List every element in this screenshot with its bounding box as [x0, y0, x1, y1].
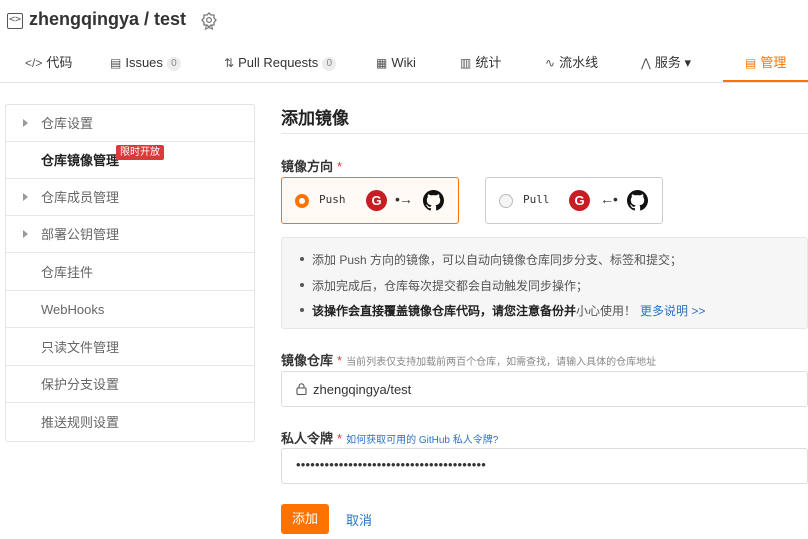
- sidebar-item-repo-settings[interactable]: 仓库设置: [6, 105, 254, 142]
- caret-right-icon: [23, 193, 28, 201]
- active-tab-indicator: [723, 80, 808, 82]
- repo-icon: <>: [7, 13, 23, 29]
- sidebar-item-widgets[interactable]: 仓库挂件: [6, 254, 254, 291]
- wiki-icon: ▦: [376, 56, 388, 70]
- github-logo-icon: [627, 190, 648, 211]
- repo-field-hint: 当前列表仅支持加载前两百个仓库，如需查找，请输入具体的仓库地址: [346, 357, 657, 368]
- sidebar-item-label: 保护分支设置: [41, 377, 120, 392]
- required-mark: *: [337, 431, 343, 446]
- token-input[interactable]: ••••••••••••••••••••••••••••••••••••••••: [281, 448, 808, 484]
- caret-right-icon: [23, 119, 28, 127]
- tab-label: 流水线: [559, 55, 599, 70]
- push-radio[interactable]: [295, 194, 309, 208]
- pipeline-icon: ∿: [545, 56, 556, 70]
- tab-label: 服务 ▾: [654, 55, 691, 70]
- mirror-info-box: 添加 Push 方向的镜像，可以自动向镜像仓库同步分支、标签和提交； 添加完成后…: [281, 237, 808, 329]
- arrow-right-icon: •→: [395, 191, 413, 207]
- github-logo-icon: [423, 190, 444, 211]
- token-field-label: 私人令牌 * 如何获取可用的 GitHub 私人令牌?: [281, 428, 498, 447]
- warning-text: 该操作会直接覆盖镜像仓库代码，请您注意备份并: [312, 304, 577, 318]
- mirror-repo-select[interactable]: zhengqingya/test: [281, 371, 808, 407]
- sidebar-item-member-management[interactable]: 仓库成员管理: [6, 179, 254, 216]
- manage-icon: ▤: [745, 56, 757, 70]
- add-button[interactable]: 添加: [281, 504, 329, 534]
- direction-label: 镜像方向 *: [281, 156, 342, 175]
- direction-label-text: 镜像方向: [281, 159, 334, 174]
- sidebar-item-label: 推送规则设置: [41, 415, 120, 430]
- sidebar-item-label: 部署公钥管理: [41, 227, 120, 242]
- direction-pull-option[interactable]: Pull G ←•: [485, 177, 663, 224]
- recommend-badge-icon[interactable]: [200, 12, 218, 30]
- tab-label: Wiki: [391, 55, 416, 70]
- caret-right-icon: [23, 230, 28, 238]
- token-value: ••••••••••••••••••••••••••••••••••••••••: [296, 457, 487, 472]
- tab-stats[interactable]: ▥ 统计: [460, 44, 501, 82]
- info-line: 该操作会直接覆盖镜像仓库代码，请您注意备份并小心使用！ 更多说明 >>: [300, 302, 705, 319]
- required-mark: *: [337, 159, 343, 174]
- sidebar-item-label: 只读文件管理: [41, 340, 120, 355]
- direction-push-option[interactable]: Push G •→: [281, 177, 459, 224]
- limited-open-badge: 限时开放: [116, 145, 164, 160]
- sidebar-item-protected-branches[interactable]: 保护分支设置: [6, 366, 254, 403]
- sidebar-item-label: 仓库成员管理: [41, 190, 120, 205]
- mirror-repo-value: zhengqingya/test: [313, 382, 412, 397]
- gitee-logo-icon: G: [366, 190, 387, 211]
- more-info-link[interactable]: 更多说明 >>: [640, 304, 705, 318]
- sidebar-item-mirror-management[interactable]: 仓库镜像管理 限时开放: [6, 142, 254, 179]
- sidebar-item-label: 仓库挂件: [41, 265, 94, 280]
- sidebar-item-label: WebHooks: [41, 302, 105, 317]
- services-icon: ⋀: [641, 56, 651, 70]
- stats-icon: ▥: [460, 56, 472, 70]
- lock-icon: [296, 383, 307, 395]
- token-help-link[interactable]: 如何获取可用的 GitHub 私人令牌?: [346, 435, 498, 446]
- code-icon: </>: [25, 56, 43, 70]
- tab-label: 代码: [46, 55, 73, 70]
- arrow-left-icon: ←•: [600, 191, 618, 207]
- repo-header: <> zhengqingya / test: [0, 0, 808, 44]
- pull-label: Pull: [523, 193, 550, 206]
- tab-label: 管理: [760, 55, 787, 70]
- page-title: 添加镜像: [281, 109, 349, 128]
- issues-count: 0: [166, 57, 181, 71]
- tab-label: Pull Requests: [238, 55, 319, 70]
- tab-code[interactable]: </> 代码: [25, 44, 72, 82]
- sidebar-item-deploy-keys[interactable]: 部署公钥管理: [6, 216, 254, 253]
- push-label: Push: [319, 193, 346, 206]
- tab-wiki[interactable]: ▦ Wiki: [376, 44, 416, 82]
- repo-field-label: 镜像仓库 * 当前列表仅支持加载前两百个仓库，如需查找，请输入具体的仓库地址: [281, 350, 656, 369]
- info-line: 添加完成后，仓库每次提交都会自动触发同步操作；: [300, 277, 588, 294]
- pull-request-icon: ⇅: [224, 56, 235, 70]
- tab-pipeline[interactable]: ∿ 流水线: [545, 44, 598, 82]
- tab-issues[interactable]: ▤ Issues 0: [110, 44, 181, 82]
- sidebar-item-label: 仓库镜像管理: [41, 153, 120, 168]
- repo-tabs: </> 代码 ▤ Issues 0 ⇅ Pull Requests 0 ▦ Wiki ▥ 统计…: [0, 44, 808, 83]
- info-text: 添加完成后，仓库每次提交都会自动触发同步操作；: [312, 279, 589, 293]
- tab-label: Issues: [125, 55, 163, 70]
- repo-label-text: 镜像仓库: [281, 353, 334, 368]
- info-text: 添加 Push 方向的镜像，可以自动向镜像仓库同步分支、标签和提交；: [312, 253, 683, 267]
- sidebar-item-readonly-files[interactable]: 只读文件管理: [6, 329, 254, 366]
- info-line: 添加 Push 方向的镜像，可以自动向镜像仓库同步分支、标签和提交；: [300, 251, 682, 268]
- tab-services[interactable]: ⋀ 服务 ▾: [641, 44, 691, 82]
- repo-title[interactable]: zhengqingya / test: [29, 9, 186, 30]
- sidebar-item-push-rules[interactable]: 推送规则设置: [6, 404, 254, 441]
- info-text: 小心使用！: [576, 304, 637, 318]
- settings-sidebar: 仓库设置 仓库镜像管理 限时开放 仓库成员管理 部署公钥管理 仓库挂件 WebH…: [5, 104, 255, 442]
- tab-label: 统计: [475, 55, 502, 70]
- pull-radio[interactable]: [499, 194, 513, 208]
- issues-icon: ▤: [110, 56, 122, 70]
- title-divider: [281, 133, 808, 134]
- tab-manage[interactable]: ▤ 管理: [745, 44, 786, 82]
- gitee-logo-icon: G: [569, 190, 590, 211]
- token-label-text: 私人令牌: [281, 431, 334, 446]
- tab-pull-requests[interactable]: ⇅ Pull Requests 0: [224, 44, 337, 82]
- required-mark: *: [337, 353, 343, 368]
- sidebar-item-webhooks[interactable]: WebHooks: [6, 291, 254, 328]
- sidebar-item-label: 仓库设置: [41, 116, 94, 131]
- pull-requests-count: 0: [322, 57, 337, 71]
- cancel-button[interactable]: 取消: [346, 510, 372, 529]
